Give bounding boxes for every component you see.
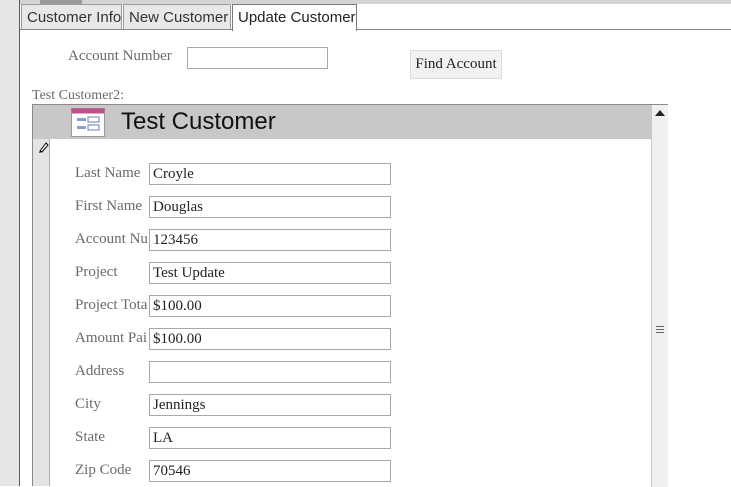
subform-header: Test Customer <box>33 105 651 139</box>
state-field[interactable]: LA <box>149 427 391 449</box>
field-label-address: Address <box>75 363 125 379</box>
pencil-icon <box>39 142 49 153</box>
address-field[interactable] <box>149 361 391 383</box>
subform-caption: Test Customer2: <box>32 88 124 103</box>
tab-customer-info[interactable]: Customer Info <box>21 4 122 29</box>
amount-paid-field[interactable]: $100.00 <box>149 328 391 350</box>
field-label-amount-paid: Amount Pai <box>75 330 148 346</box>
test-customer-subform: Test Customer Last Name Croyle First Nam… <box>32 104 668 487</box>
field-label-zip-code: Zip Code <box>75 462 132 478</box>
record-selector[interactable] <box>33 139 50 486</box>
subform-title: Test Customer <box>121 108 276 135</box>
form-icon <box>71 108 105 137</box>
tab-update-customer[interactable]: Update Customer <box>232 4 357 31</box>
last-name-field[interactable]: Croyle <box>149 163 391 185</box>
subform-vertical-scrollbar[interactable] <box>651 105 668 487</box>
field-label-project: Project <box>75 264 118 280</box>
zip-code-field[interactable]: 70546 <box>149 460 391 482</box>
account-number-field[interactable]: 123456 <box>149 229 391 251</box>
find-account-button[interactable]: Find Account <box>410 50 502 79</box>
field-label-first-name: First Name <box>75 198 143 214</box>
field-label-project-total: Project Tota <box>75 297 148 313</box>
city-field[interactable]: Jennings <box>149 394 391 416</box>
field-label-account-number: Account Nu <box>75 231 148 247</box>
field-label-last-name: Last Name <box>75 165 141 181</box>
field-label-city: City <box>75 396 101 412</box>
project-field[interactable]: Test Update <box>149 262 391 284</box>
tab-new-customer[interactable]: New Customer <box>123 4 231 29</box>
arrow-up-icon[interactable] <box>655 110 665 116</box>
field-label-state: State <box>75 429 105 445</box>
account-number-label: Account Number <box>68 48 172 64</box>
account-number-input[interactable] <box>187 47 328 69</box>
navigation-pane-edge[interactable] <box>0 0 20 486</box>
scroll-grip-icon[interactable] <box>656 326 664 333</box>
first-name-field[interactable]: Douglas <box>149 196 391 218</box>
project-total-field[interactable]: $100.00 <box>149 295 391 317</box>
tab-strip-divider <box>20 29 731 30</box>
